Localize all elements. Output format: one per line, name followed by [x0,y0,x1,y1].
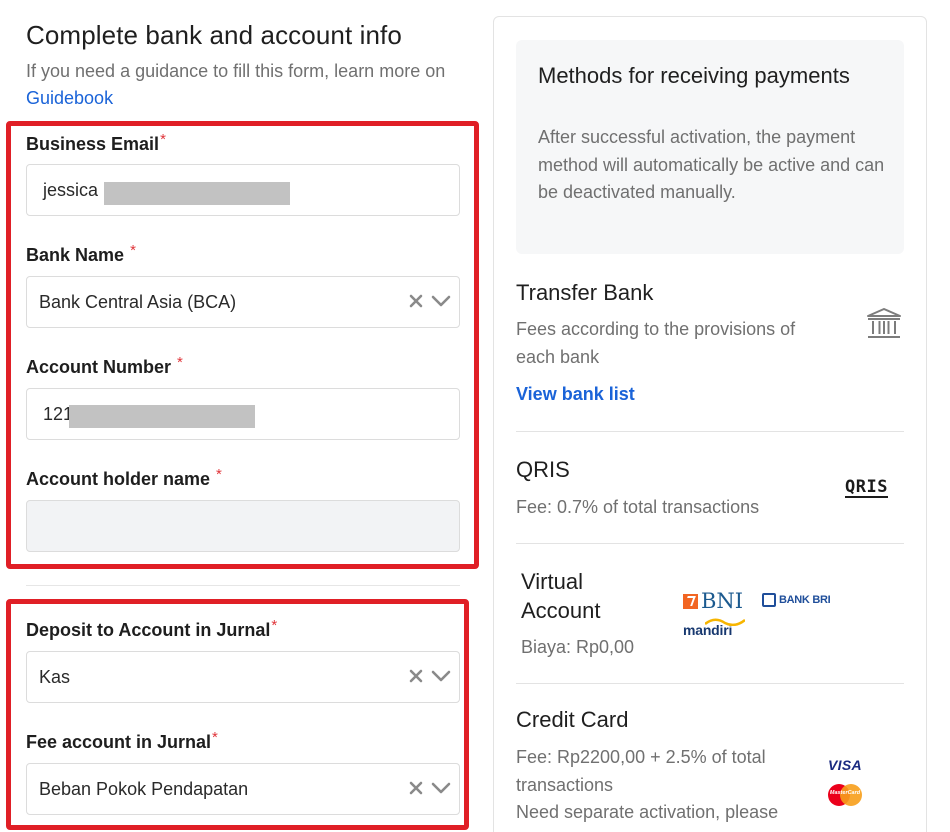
business-email-value: jessica [43,179,99,200]
method-title-qris: QRIS [516,457,570,482]
required-mark: * [271,617,278,634]
fee-account-label: Fee account in Jurnal* [26,729,218,752]
chevron-down-icon[interactable] [431,292,451,313]
business-email-field[interactable]: jessica [26,164,460,216]
payment-methods-description: After successful activation, the payment… [538,127,885,202]
qris-logo: QRIS [845,477,888,498]
bni-logo: BNI [683,589,743,613]
method-title-credit-card: Credit Card [516,707,629,732]
chevron-down-icon[interactable] [431,779,451,800]
account-number-label: Account Number * [26,354,183,377]
method-divider [516,431,904,432]
bank-icon [866,307,902,346]
subtitle-text: If you need a guidance to fill this form… [26,61,446,81]
chevron-down-icon[interactable] [431,667,451,688]
clear-icon[interactable] [409,292,423,313]
mastercard-logo: MasterCard [828,784,862,806]
business-email-label: Business Email* [26,131,166,154]
mandiri-logo: mandiri [683,618,745,638]
guidebook-link[interactable]: Guidebook [26,88,113,108]
bri-mark-icon [762,593,776,607]
method-desc-virtual-account: Biaya: Rp0,00 [521,637,635,657]
bank-name-label: Bank Name * [26,242,136,265]
page-subtitle: If you need a guidance to fill this form… [26,58,466,112]
bank-name-value: Bank Central Asia (BCA) [39,291,237,312]
fee-account-value: Beban Pokok Pendapatan [39,778,249,799]
required-mark: * [160,131,166,148]
method-desc-credit-card: Fee: Rp2200,00 + 2.5% of total transacti… [516,747,766,795]
method-note-credit-card: Need separate activation, please [516,802,779,822]
bni-mark-icon [683,593,698,609]
clear-icon[interactable] [409,779,423,800]
account-holder-label: Account holder name * [26,466,222,489]
view-bank-list-link[interactable]: View bank list [516,384,635,405]
bri-logo: BANK BRI [762,593,831,607]
section-divider [26,585,460,586]
account-holder-field [26,500,460,552]
deposit-account-select[interactable]: Kas [26,651,460,703]
bank-name-select[interactable]: Bank Central Asia (BCA) [26,276,460,328]
method-desc-transfer-bank: Fees according to the provisions of each… [516,319,796,367]
payment-methods-title: Methods for receiving payments [538,63,850,88]
method-title-virtual-account: Virtual Account [521,569,601,623]
method-desc-qris: Fee: 0.7% of total transactions [516,497,760,517]
fee-account-select[interactable]: Beban Pokok Pendapatan [26,763,460,815]
method-divider [516,543,904,544]
required-mark: * [177,354,183,371]
visa-logo: VISA [828,757,862,773]
deposit-account-label: Deposit to Account in Jurnal* [26,617,278,640]
required-mark: * [212,729,218,746]
required-mark: * [216,466,222,483]
deposit-account-value: Kas [39,666,71,687]
required-mark: * [130,242,136,259]
page-title: Complete bank and account info [26,20,402,50]
clear-icon[interactable] [409,667,423,688]
method-title-transfer-bank: Transfer Bank [516,280,654,305]
account-number-field[interactable]: 121 [26,388,460,440]
method-divider [516,683,904,684]
redacted-block [69,405,255,428]
mandiri-wave-icon [705,618,745,626]
redacted-block [104,182,290,205]
